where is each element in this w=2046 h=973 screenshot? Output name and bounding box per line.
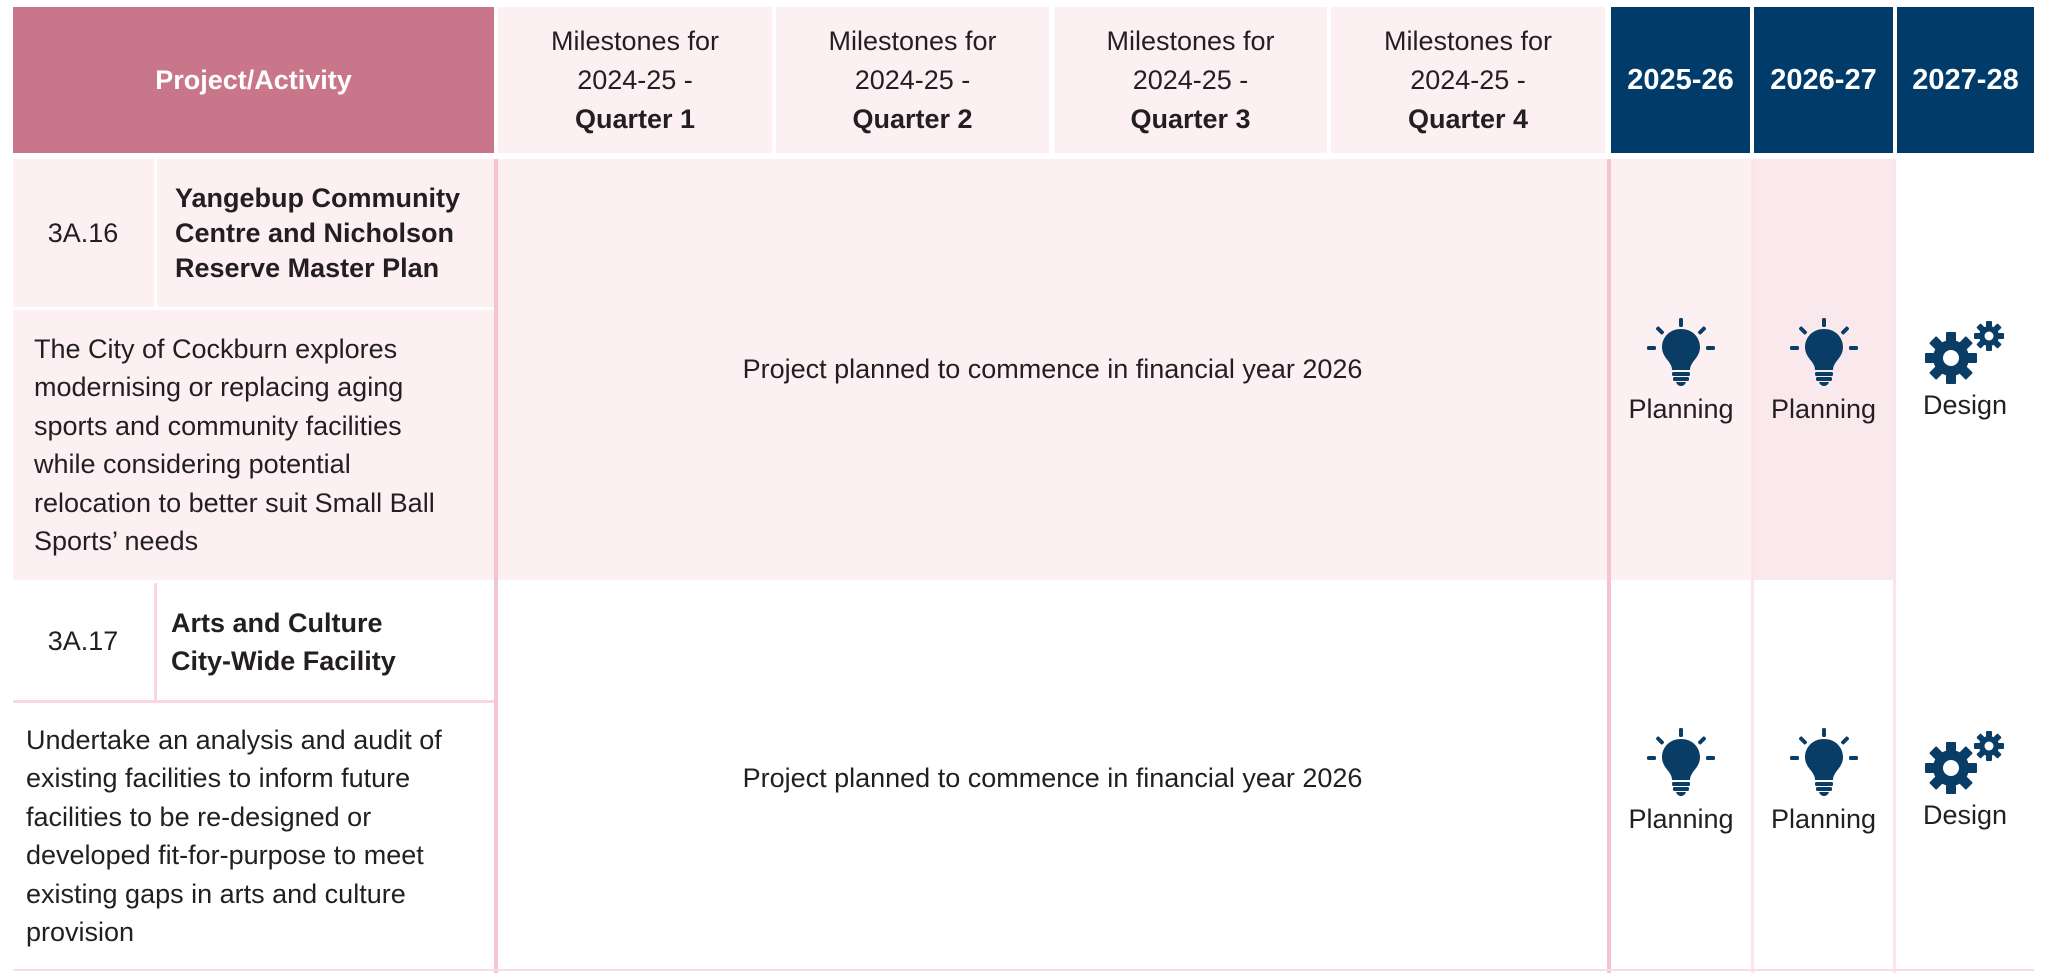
- row-code: 3A.16: [13, 159, 153, 307]
- divider: [1751, 159, 1754, 973]
- divider: [1607, 159, 1611, 973]
- header-quarter-2-line1: Milestones for: [828, 25, 997, 56]
- row-title-line: City-Wide Facility: [171, 645, 396, 676]
- header-quarter-3: Milestones for 2024-25 - Quarter 3: [1054, 7, 1327, 153]
- header-quarter-4-line2: 2024-25 -: [1410, 64, 1526, 95]
- milestone-message-text: Project planned to commence in financial…: [742, 354, 1363, 384]
- row-description: The City of Cockburn explores modernisin…: [13, 310, 494, 580]
- header-quarter-3-label: Quarter 3: [1130, 103, 1251, 134]
- header-quarter-4-label: Quarter 4: [1407, 103, 1529, 134]
- header-quarter-1-label: Quarter 1: [574, 103, 696, 134]
- row-description-line: facilities to be re-designed or: [26, 801, 372, 832]
- stage-planning: Planning: [1611, 300, 1751, 440]
- row-code-text: 3A.17: [47, 626, 119, 656]
- header-year-2026-27: 2026-27: [1754, 7, 1893, 153]
- row-description-line: developed fit-for-purpose to meet: [26, 840, 424, 870]
- header-project-activity: Project/Activity: [13, 7, 494, 153]
- milestone-message: Project planned to commence in financial…: [498, 583, 1607, 973]
- header-quarter-1-line2: 2024-25 -: [577, 64, 693, 95]
- lightbulb-icon: [1789, 727, 1858, 796]
- header-quarter-2: Milestones for 2024-25 - Quarter 2: [776, 7, 1049, 153]
- row-title: Arts and Culture City-Wide Facility: [157, 583, 494, 700]
- header-year-label: 2025-26: [1627, 63, 1734, 96]
- header-year-label: 2027-28: [1912, 63, 2019, 96]
- header-quarter-2-label: Quarter 2: [852, 103, 973, 134]
- row-title-line: Centre and Nicholson: [175, 217, 455, 248]
- row-description-line: modernising or replacing aging: [34, 372, 404, 402]
- row-description-line: sports and community facilities: [34, 410, 402, 441]
- row-description-line: Sports’ needs: [34, 526, 199, 556]
- milestone-message-text: Project planned to commence in financial…: [742, 762, 1363, 793]
- row-description-line: Undertake an analysis and audit of: [26, 724, 442, 755]
- stage-planning: Planning: [1754, 710, 1893, 850]
- row-title-line: Reserve Master Plan: [175, 252, 440, 283]
- stage-planning: Planning: [1754, 300, 1893, 440]
- gears-icon: [1925, 730, 2004, 794]
- header-quarter-3-line1: Milestones for: [1106, 25, 1275, 56]
- stage-design: Design: [1896, 305, 2034, 435]
- header-year-label: 2026-27: [1770, 63, 1877, 96]
- stage-label: Design: [1922, 389, 2008, 420]
- lightbulb-icon: [1647, 317, 1715, 386]
- row-title-line: Arts and Culture: [171, 607, 383, 638]
- row-description-line: The City of Cockburn explores: [34, 333, 398, 364]
- divider: [1893, 159, 1896, 973]
- stage-label: Planning: [1770, 803, 1877, 834]
- row-description-line: provision: [26, 917, 135, 947]
- row-description-line: existing facilities to inform future: [26, 763, 411, 793]
- header-quarter-1: Milestones for 2024-25 - Quarter 1: [498, 7, 772, 153]
- gears-icon: [1925, 320, 2004, 384]
- header-quarter-4: Milestones for 2024-25 - Quarter 4: [1331, 7, 1605, 153]
- header-quarter-1-line1: Milestones for: [550, 25, 720, 56]
- header-project-label: Project/Activity: [155, 64, 352, 95]
- row-title: Yangebup Community Centre and Nicholson …: [157, 159, 494, 307]
- milestone-message: Project planned to commence in financial…: [498, 159, 1607, 580]
- header-quarter-4-line1: Milestones for: [1383, 25, 1553, 56]
- row-description-line: existing gaps in arts and culture: [26, 878, 406, 909]
- lightbulb-icon: [1789, 317, 1858, 386]
- row-description-line: while considering potential: [34, 449, 351, 479]
- stage-planning: Planning: [1611, 710, 1751, 850]
- row-code-text: 3A.16: [47, 217, 119, 248]
- header-year-2027-28: 2027-28: [1897, 7, 2034, 153]
- lightbulb-icon: [1647, 727, 1715, 796]
- header-year-2025-26: 2025-26: [1611, 7, 1750, 153]
- stage-label: Design: [1922, 799, 2008, 830]
- table-bottom-border: [13, 969, 2034, 971]
- header-quarter-3-line2: 2024-25 -: [1132, 64, 1249, 95]
- stage-design: Design: [1896, 715, 2034, 845]
- stage-label: Planning: [1628, 803, 1734, 834]
- row-description-line: relocation to better suit Small Ball: [34, 487, 435, 518]
- header-quarter-2-line2: 2024-25 -: [854, 64, 971, 95]
- stage-label: Planning: [1770, 393, 1877, 424]
- row-title-line: Yangebup Community: [175, 182, 461, 213]
- row-description: Undertake an analysis and audit of exist…: [13, 703, 494, 969]
- stage-label: Planning: [1628, 393, 1734, 424]
- row-code: 3A.17: [13, 583, 153, 700]
